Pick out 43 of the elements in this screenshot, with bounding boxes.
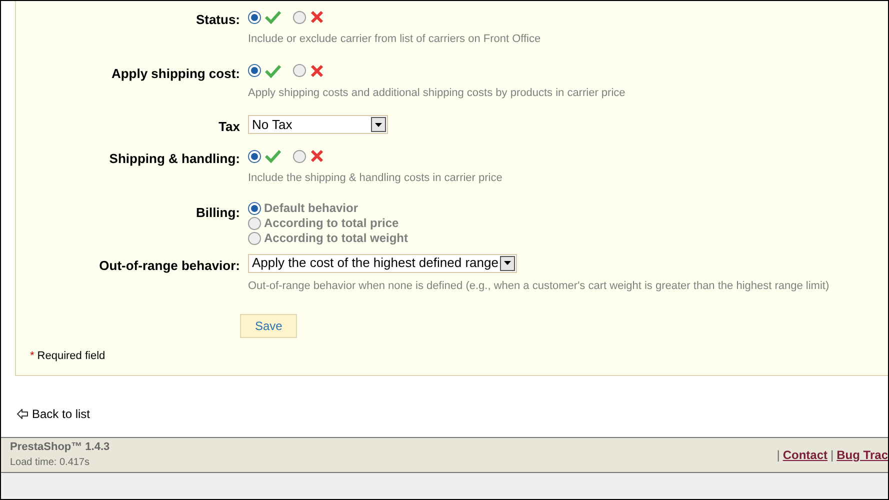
check-icon bbox=[265, 64, 281, 78]
check-icon bbox=[265, 149, 281, 163]
field-description: Include the shipping & handling costs in carrier price bbox=[248, 171, 502, 186]
radio-button[interactable] bbox=[293, 10, 306, 24]
separator: | bbox=[830, 447, 834, 464]
radio-label: According to total price bbox=[264, 215, 399, 232]
load-time: Load time: 0.417s bbox=[10, 456, 90, 470]
radio-button[interactable] bbox=[248, 150, 261, 162]
radio-button[interactable] bbox=[248, 216, 261, 230]
field-label: Apply shipping cost: bbox=[111, 66, 240, 80]
dropdown[interactable]: No Tax bbox=[248, 115, 388, 134]
radio-button[interactable] bbox=[248, 64, 261, 77]
required-note: Required field bbox=[37, 349, 106, 364]
field-description: Include or exclude carrier from list of carriers on Front Office bbox=[248, 32, 541, 47]
field-label: Status: bbox=[196, 12, 240, 27]
radio-button[interactable] bbox=[248, 232, 261, 244]
footer-link[interactable]: Contact bbox=[782, 446, 828, 464]
separator: | bbox=[776, 447, 780, 464]
field-description: Apply shipping costs and additional shipping costs by products in carrier price bbox=[248, 86, 626, 100]
radio-label: According to total weight bbox=[264, 230, 408, 247]
field-label: Shipping & handling: bbox=[109, 151, 240, 166]
field-label: Tax bbox=[218, 119, 240, 134]
required-mark: * bbox=[30, 349, 34, 364]
field-label: Billing: bbox=[196, 204, 240, 220]
product-version: PrestaShop™ 1.4.3 bbox=[10, 440, 110, 455]
radio-label: Default behavior bbox=[264, 200, 358, 217]
check-icon bbox=[265, 10, 281, 24]
cross-icon bbox=[310, 64, 324, 78]
dropdown[interactable]: Apply the cost of the highest defined range bbox=[248, 254, 518, 272]
radio-button[interactable] bbox=[248, 10, 261, 24]
arrow-left-icon bbox=[17, 409, 28, 419]
field-description: Out-of-range behavior when none is defined (e.g., when a customer's cart weight is greater than the highest range limit) bbox=[248, 278, 830, 294]
save-button[interactable]: Save bbox=[240, 314, 298, 338]
caret-icon bbox=[504, 261, 512, 265]
radio-button[interactable] bbox=[293, 150, 306, 162]
radio-button[interactable] bbox=[248, 202, 261, 214]
footer-link[interactable]: Bug Trac bbox=[836, 446, 888, 464]
caret-icon bbox=[375, 122, 382, 126]
field-label: Out-of-range behavior: bbox=[99, 258, 240, 272]
radio-button[interactable] bbox=[293, 64, 306, 77]
back-link[interactable]: Back to list bbox=[17, 405, 90, 423]
cross-icon bbox=[310, 10, 324, 24]
cross-icon bbox=[310, 149, 324, 163]
